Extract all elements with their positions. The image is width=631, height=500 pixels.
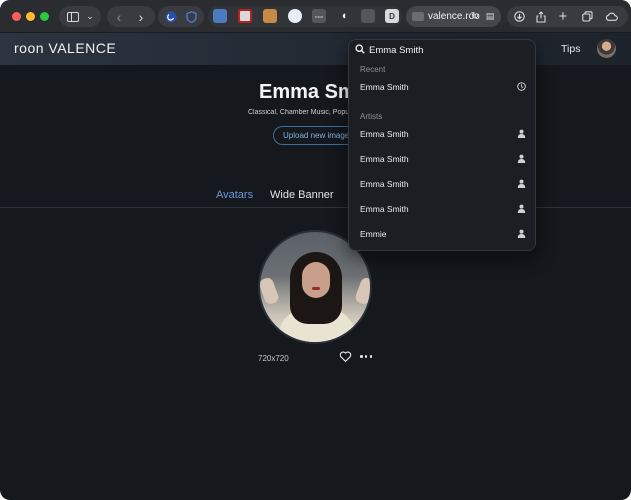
artist-result[interactable]: Emma Smith (349, 174, 535, 194)
result-name: Emmie (360, 229, 387, 239)
search-dropdown: Recent Emma Smith Artists Emma Smith Emm… (348, 39, 536, 251)
result-name: Emma Smith (360, 204, 409, 214)
artist-result[interactable]: Emmie (349, 224, 535, 244)
tab-favicon-d-icon[interactable]: D (385, 9, 399, 23)
reader-icon[interactable]: ▤ (484, 6, 496, 27)
search-icon (355, 41, 365, 59)
browser-toolbar: ⌄ ‹ › roon ◖ D valence.roo ↻ ▤ + (0, 0, 631, 33)
person-icon (517, 229, 526, 238)
artist-result[interactable]: Emma Smith (349, 124, 535, 144)
forward-icon[interactable]: › (135, 6, 147, 27)
person-icon (517, 129, 526, 138)
heart-icon[interactable] (339, 350, 352, 363)
search-bar (349, 40, 535, 60)
cloud-icon[interactable] (604, 6, 618, 27)
downloads-icon[interactable] (513, 6, 525, 27)
close-window-button[interactable] (12, 12, 21, 21)
more-options-icon[interactable] (360, 350, 372, 363)
tab-favicon-3-icon[interactable] (263, 9, 277, 23)
person-icon (517, 179, 526, 188)
tab-favicon-roon-icon[interactable]: roon (312, 9, 326, 23)
tab-favicon-6-icon[interactable] (361, 9, 375, 23)
person-icon (517, 154, 526, 163)
speaker-icon[interactable]: ◖ (337, 9, 351, 23)
search-input[interactable] (369, 44, 519, 56)
roon-valence-logo[interactable]: roon VALENCE (14, 40, 116, 56)
artist-result[interactable]: Emma Smith (349, 199, 535, 219)
browser-window: ⌄ ‹ › roon ◖ D valence.roo ↻ ▤ + roon VA… (0, 0, 631, 500)
tab-favicon-1-icon[interactable] (213, 9, 227, 23)
artist-result[interactable]: Emma Smith (349, 149, 535, 169)
back-icon[interactable]: ‹ (113, 6, 125, 27)
tab-avatars[interactable]: Avatars (216, 189, 253, 201)
result-name: Emma Smith (360, 129, 409, 139)
tips-link[interactable]: Tips (561, 43, 580, 55)
artists-section-label: Artists (360, 112, 383, 121)
artist-name: Emma Smi (259, 81, 359, 103)
tab-badge-roon: roon (314, 13, 323, 19)
result-name: Emma Smith (360, 154, 409, 164)
minimize-window-button[interactable] (26, 12, 35, 21)
artist-genres: Classical, Chamber Music, Popu (248, 109, 350, 116)
clock-icon (517, 82, 526, 91)
result-name: Emma Smith (360, 82, 409, 92)
share-icon[interactable] (535, 6, 547, 27)
chevron-down-icon[interactable]: ⌄ (84, 6, 96, 27)
sidebar-icon[interactable] (66, 6, 80, 27)
zoom-window-button[interactable] (40, 12, 49, 21)
image-dimensions: 720x720 (258, 354, 289, 363)
reload-icon[interactable]: ↻ (470, 6, 480, 27)
site-favicon-icon (412, 12, 424, 21)
tab-favicon-4-icon[interactable] (288, 9, 302, 23)
new-tab-icon[interactable]: + (557, 6, 569, 27)
result-name: Emma Smith (360, 179, 409, 189)
tab-badge-d: D (389, 11, 395, 21)
user-avatar[interactable] (597, 39, 616, 58)
recent-result[interactable]: Emma Smith (349, 77, 535, 97)
person-icon (517, 204, 526, 213)
tabs-divider (0, 207, 631, 208)
shield-icon[interactable] (184, 6, 198, 27)
tab-wide-banner[interactable]: Wide Banner (270, 189, 334, 201)
app-header: roon VALENCE Tips (0, 33, 631, 65)
tab-favicon-2-icon[interactable] (238, 9, 252, 23)
tab-overview-icon[interactable] (581, 6, 593, 27)
recent-section-label: Recent (360, 65, 386, 74)
extension-1-icon[interactable] (164, 6, 178, 27)
